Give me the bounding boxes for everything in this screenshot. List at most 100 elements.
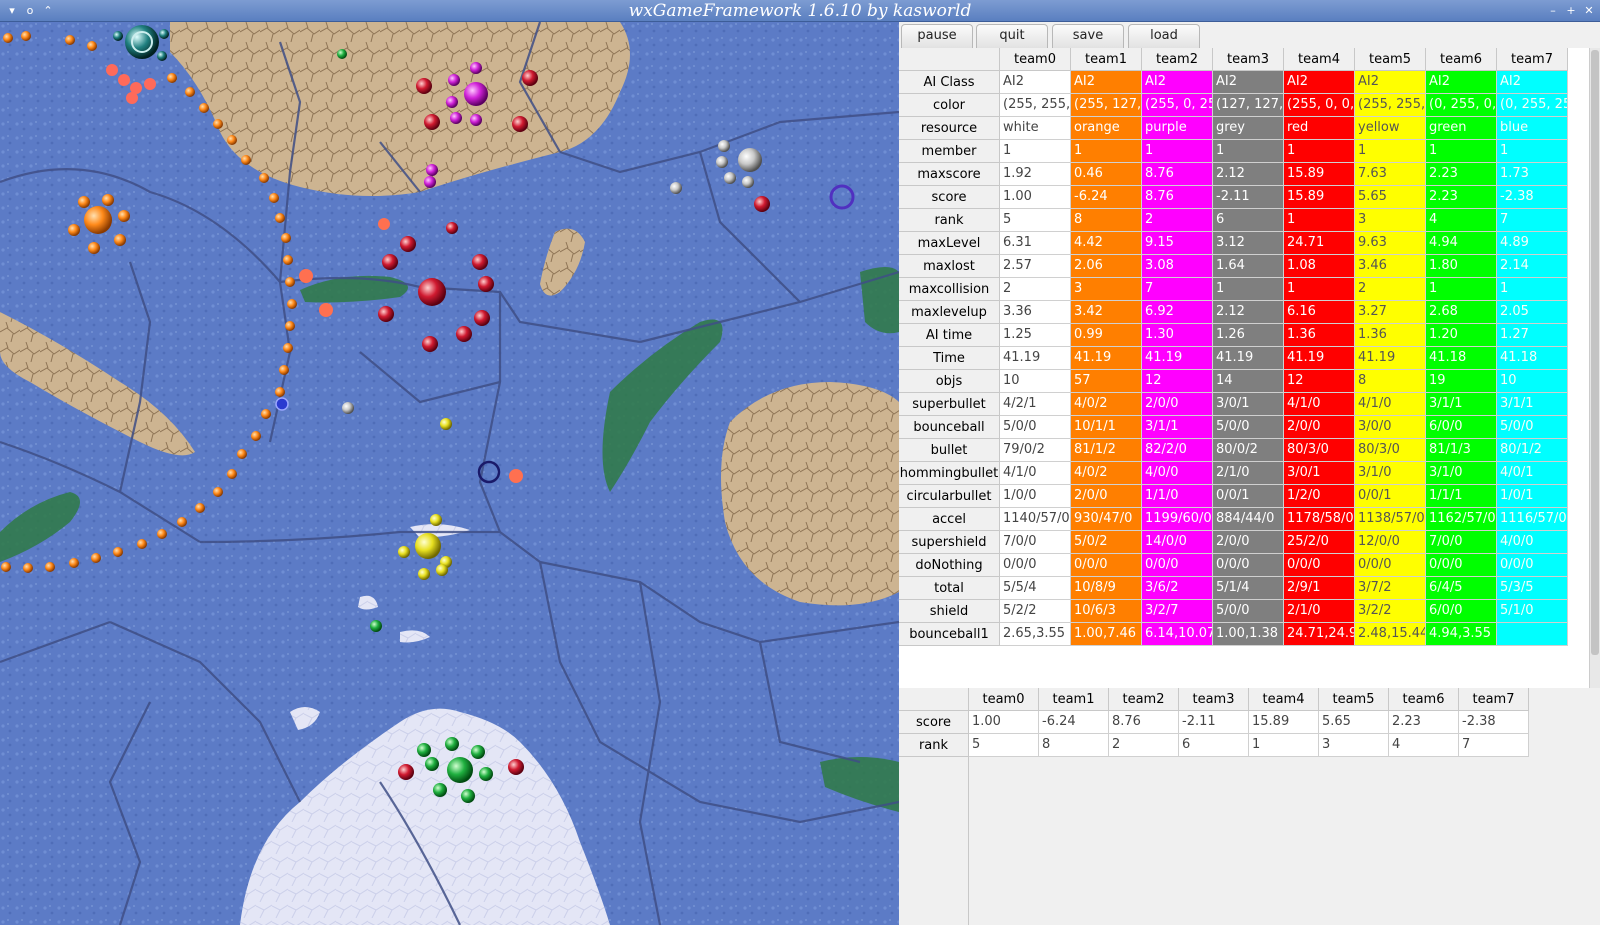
- stats-grid-scrollbar[interactable]: [1589, 48, 1600, 688]
- table-cell: 3/1/1: [1497, 393, 1568, 416]
- table-cell: 0/0/0: [1497, 554, 1568, 577]
- row-header: doNothing: [899, 554, 1000, 577]
- table-cell: 5/1/0: [1497, 600, 1568, 623]
- stats-grid[interactable]: team0 team1 team2 team3 team4 team5 team6 team7…: [899, 48, 1589, 688]
- summary-cell: 7: [1459, 734, 1529, 757]
- table-cell: 1: [1355, 140, 1426, 163]
- maximize-icon[interactable]: +: [1563, 3, 1579, 19]
- table-cell: 4/0/0: [1497, 531, 1568, 554]
- summary-column-header-team1: team1: [1039, 688, 1109, 711]
- table-cell: AI2: [1142, 71, 1213, 94]
- table-cell: 1: [1000, 140, 1071, 163]
- app-window: ▾ o ⌃ wxGameFramework 1.6.10 by kasworld…: [0, 0, 1600, 925]
- table-cell: 7/0/0: [1000, 531, 1071, 554]
- table-cell: 1.30: [1142, 324, 1213, 347]
- table-cell: 3/0/1: [1213, 393, 1284, 416]
- table-cell: 41.19: [1355, 347, 1426, 370]
- summary-cell: 8: [1039, 734, 1109, 757]
- table-cell: 1: [1497, 278, 1568, 301]
- table-cell: -6.24: [1071, 186, 1142, 209]
- table-cell: 1: [1213, 278, 1284, 301]
- game-map: [0, 22, 899, 925]
- save-button[interactable]: save: [1052, 24, 1124, 48]
- summary-cell: 3: [1319, 734, 1389, 757]
- column-header-team5: team5: [1355, 48, 1426, 71]
- window-title: wxGameFramework 1.6.10 by kasworld: [628, 1, 972, 21]
- summary-grid[interactable]: team0 team1 team2 team3 team4 team5 team6 team7…: [899, 688, 1600, 925]
- table-cell: 1.36: [1284, 324, 1355, 347]
- table-cell: 3/1/1: [1426, 393, 1497, 416]
- table-cell: 9.15: [1142, 232, 1213, 255]
- table-cell: 4: [1426, 209, 1497, 232]
- blue-bullet: [275, 397, 289, 411]
- scrollbar-thumb[interactable]: [1591, 50, 1599, 655]
- table-cell: AI2: [1497, 71, 1568, 94]
- table-cell: 1.00,7.46: [1071, 623, 1142, 646]
- table-cell: 2/1/0: [1213, 462, 1284, 485]
- table-cell: 1: [1284, 209, 1355, 232]
- table-cell: 5.65: [1355, 186, 1426, 209]
- table-cell: 2.65,3.55: [1000, 623, 1071, 646]
- summary-row-header: score: [899, 711, 969, 734]
- table-cell: 3/2/7: [1142, 600, 1213, 623]
- table-cell: 1162/57/0: [1426, 508, 1497, 531]
- row-header: resource: [899, 117, 1000, 140]
- table-cell: 4/1/0: [1284, 393, 1355, 416]
- row-header: bullet: [899, 439, 1000, 462]
- row-header: bounceball: [899, 416, 1000, 439]
- load-button[interactable]: load: [1128, 24, 1200, 48]
- table-cell: white: [1000, 117, 1071, 140]
- table-cell: 1.08: [1284, 255, 1355, 278]
- table-cell: (127, 127,: [1213, 94, 1284, 117]
- pause-button[interactable]: pause: [901, 24, 973, 48]
- table-cell: 10/6/3: [1071, 600, 1142, 623]
- table-cell: 6/0/0: [1426, 416, 1497, 439]
- table-cell: 1199/60/0: [1142, 508, 1213, 531]
- summary-cell: -2.11: [1179, 711, 1249, 734]
- table-cell: yellow: [1355, 117, 1426, 140]
- table-cell: 0/0/0: [1426, 554, 1497, 577]
- table-cell: 5/0/0: [1497, 416, 1568, 439]
- table-cell: 3/0/0: [1355, 416, 1426, 439]
- table-cell: 41.19: [1071, 347, 1142, 370]
- table-cell: 79/0/2: [1000, 439, 1071, 462]
- table-cell: (255, 127,: [1071, 94, 1142, 117]
- table-cell: 2.12: [1213, 301, 1284, 324]
- table-cell: AI2: [1355, 71, 1426, 94]
- row-header: objs: [899, 370, 1000, 393]
- column-header-team1: team1: [1071, 48, 1142, 71]
- table-cell: 0/0/0: [1142, 554, 1213, 577]
- table-cell: 1/1/1: [1426, 485, 1497, 508]
- table-cell: 3.27: [1355, 301, 1426, 324]
- table-cell: 3/2/2: [1355, 600, 1426, 623]
- summary-column-header-team3: team3: [1179, 688, 1249, 711]
- table-cell: 0.46: [1071, 163, 1142, 186]
- table-cell: 1140/57/0: [1000, 508, 1071, 531]
- minimize-icon[interactable]: –: [1545, 3, 1561, 19]
- table-cell: 2.68: [1426, 301, 1497, 324]
- table-cell: red: [1284, 117, 1355, 140]
- summary-cell: 8.76: [1109, 711, 1179, 734]
- summary-row-header-filler: [899, 757, 969, 925]
- table-cell: 2.57: [1000, 255, 1071, 278]
- game-canvas[interactable]: [0, 22, 899, 925]
- summary-cell: 5: [969, 734, 1039, 757]
- summary-column-header-team7: team7: [1459, 688, 1529, 711]
- table-cell: 10/1/1: [1071, 416, 1142, 439]
- table-cell: 1.20: [1426, 324, 1497, 347]
- table-cell: 2.23: [1426, 163, 1497, 186]
- row-header: member: [899, 140, 1000, 163]
- table-cell: 0/0/1: [1355, 485, 1426, 508]
- row-header: score: [899, 186, 1000, 209]
- table-cell: 6/0/0: [1426, 600, 1497, 623]
- table-cell: 1.80: [1426, 255, 1497, 278]
- summary-cell: 2.23: [1389, 711, 1459, 734]
- row-header: AI time: [899, 324, 1000, 347]
- table-cell: 2.06: [1071, 255, 1142, 278]
- table-cell: 10: [1000, 370, 1071, 393]
- row-header: maxlevelup: [899, 301, 1000, 324]
- quit-button[interactable]: quit: [976, 24, 1048, 48]
- close-icon[interactable]: ✕: [1581, 3, 1597, 19]
- table-cell: 2.48,15.44: [1355, 623, 1426, 646]
- table-cell: -2.11: [1213, 186, 1284, 209]
